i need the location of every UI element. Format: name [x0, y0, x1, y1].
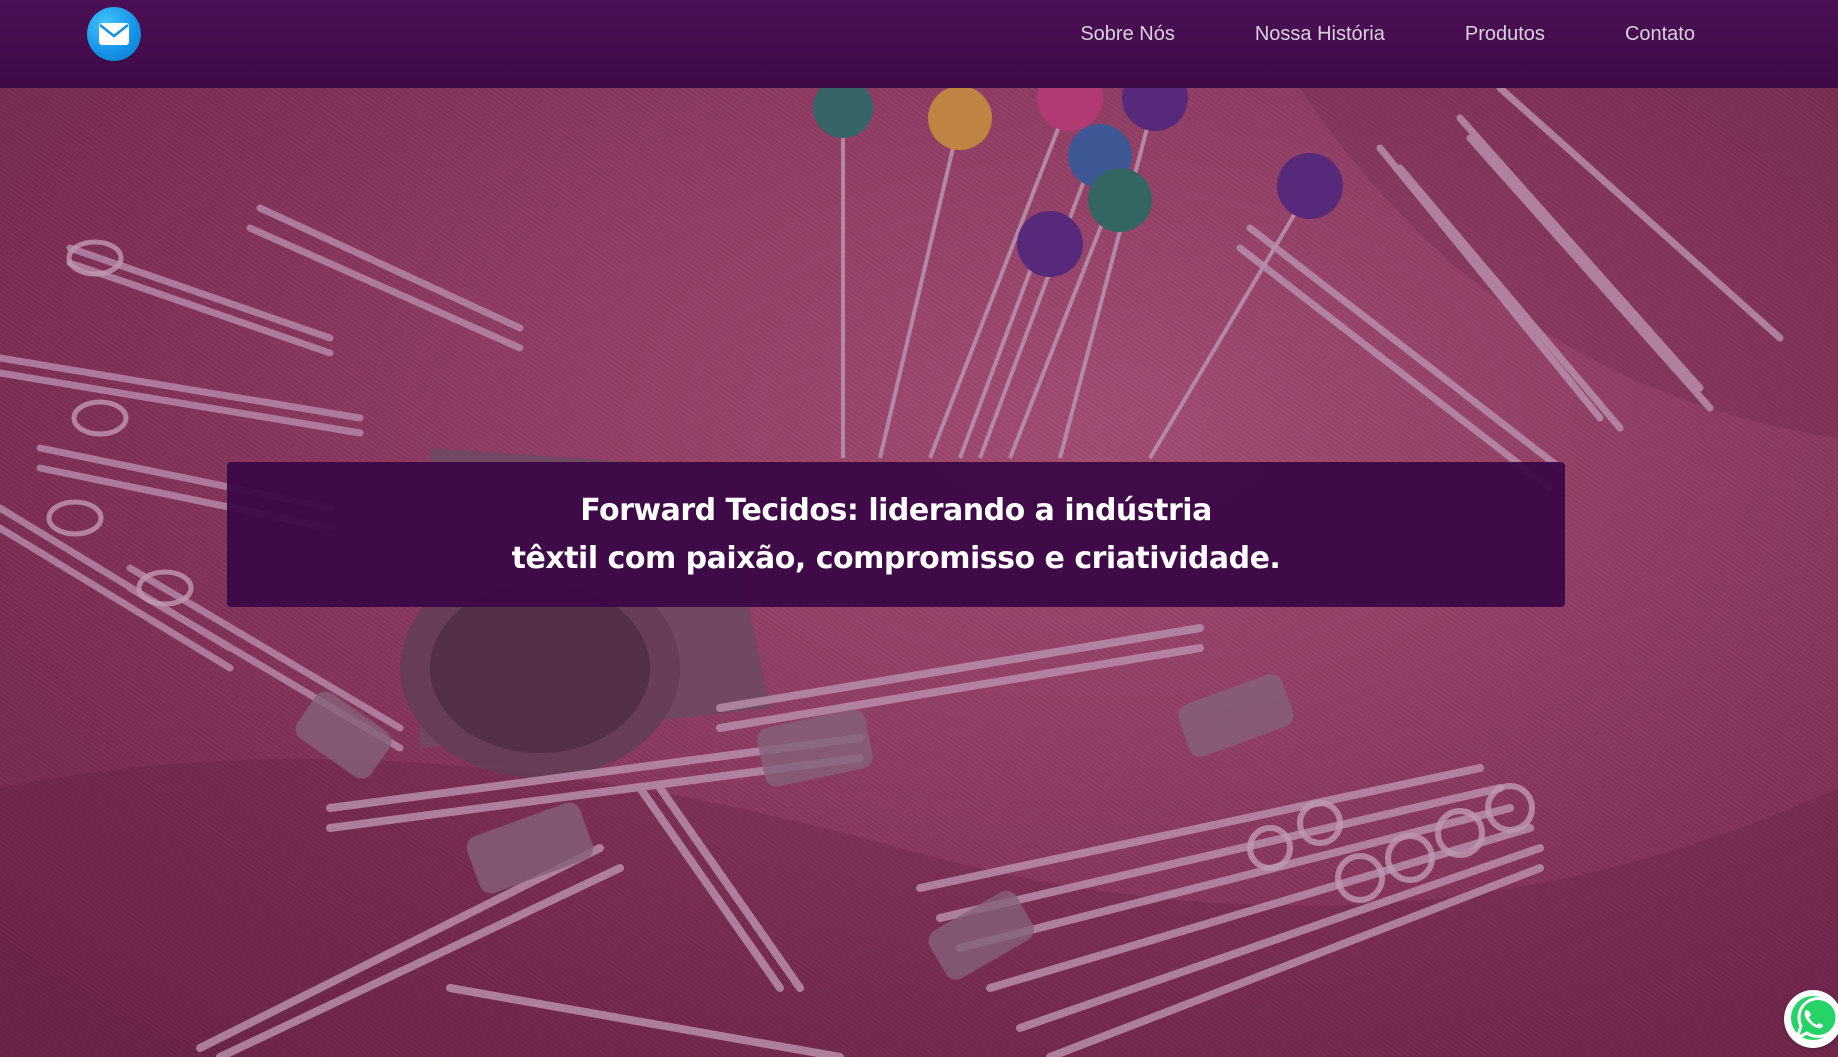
- top-navbar: Sobre Nós Nossa História Produtos Contat…: [0, 0, 1838, 88]
- nav-link-nossa-historia[interactable]: Nossa História: [1255, 23, 1385, 46]
- logo-mail-button[interactable]: [87, 7, 141, 61]
- nav-link-produtos[interactable]: Produtos: [1465, 23, 1545, 46]
- whatsapp-button[interactable]: [1784, 990, 1838, 1048]
- hero-tagline-line-2: têxtil com paixão, compromisso e criativ…: [511, 540, 1281, 576]
- hero-tagline-line-1: Forward Tecidos: liderando a indústria: [580, 492, 1212, 528]
- hero-section: Forward Tecidos: liderando a indústria t…: [0, 88, 1838, 1057]
- nav-link-contato[interactable]: Contato: [1625, 23, 1695, 46]
- whatsapp-icon: [1791, 996, 1838, 1040]
- mail-icon: [99, 23, 129, 45]
- main-nav: Sobre Nós Nossa História Produtos Contat…: [1000, 0, 1838, 68]
- hero-tagline-box: Forward Tecidos: liderando a indústria t…: [227, 462, 1565, 607]
- nav-link-sobre-nos[interactable]: Sobre Nós: [1080, 23, 1175, 46]
